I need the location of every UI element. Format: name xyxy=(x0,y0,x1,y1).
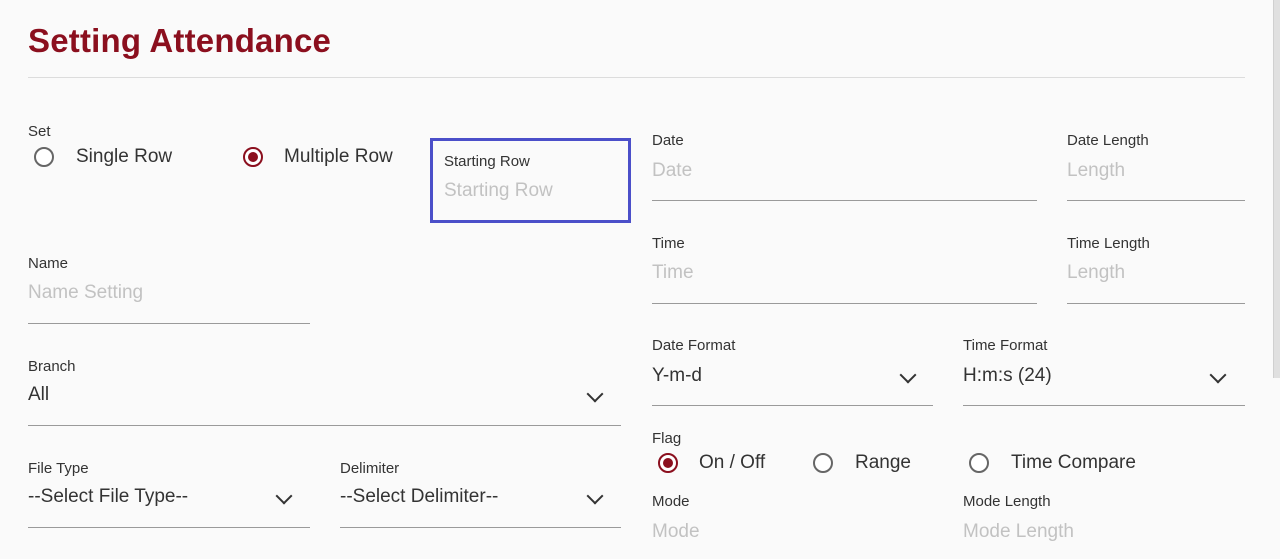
time-format-value: H:m:s (24) xyxy=(963,365,1052,386)
branch-label: Branch xyxy=(28,358,76,375)
time-format-label: Time Format xyxy=(963,337,1048,354)
scrollbar[interactable] xyxy=(1273,0,1280,378)
multiple-row-label[interactable]: Multiple Row xyxy=(284,146,393,168)
time-label: Time xyxy=(652,235,685,252)
time-length-input[interactable] xyxy=(1067,259,1245,287)
mode-input[interactable] xyxy=(652,518,933,546)
time-compare-radio[interactable] xyxy=(969,453,989,473)
name-input[interactable] xyxy=(28,279,310,307)
on-off-radio[interactable] xyxy=(658,453,678,473)
flag-label: Flag xyxy=(652,430,682,447)
mode-length-label: Mode Length xyxy=(963,493,1051,510)
chevron-down-icon xyxy=(1209,366,1227,384)
date-length-input[interactable] xyxy=(1067,157,1245,185)
file-type-underline xyxy=(28,527,310,528)
single-row-radio[interactable] xyxy=(34,147,54,167)
mode-label: Mode xyxy=(652,493,690,510)
single-row-label[interactable]: Single Row xyxy=(76,146,172,168)
range-radio[interactable] xyxy=(813,453,833,473)
date-input[interactable] xyxy=(652,157,1037,185)
date-length-label: Date Length xyxy=(1067,132,1149,149)
file-type-value: --Select File Type-- xyxy=(28,486,189,507)
date-format-value: Y-m-d xyxy=(652,365,702,386)
chevron-down-icon xyxy=(586,385,604,403)
time-input[interactable] xyxy=(652,259,1037,287)
chevron-down-icon xyxy=(899,366,917,384)
time-length-underline xyxy=(1067,303,1245,304)
date-underline xyxy=(652,200,1037,201)
branch-underline xyxy=(28,425,621,426)
chevron-down-icon xyxy=(586,487,604,505)
mode-length-input[interactable] xyxy=(963,518,1245,546)
time-compare-label[interactable]: Time Compare xyxy=(1011,452,1136,474)
set-label: Set xyxy=(28,123,51,140)
date-label: Date xyxy=(652,132,684,149)
time-underline xyxy=(652,303,1037,304)
time-length-label: Time Length xyxy=(1067,235,1150,252)
chevron-down-icon xyxy=(275,487,293,505)
starting-row-input[interactable] xyxy=(444,177,619,205)
branch-value: All xyxy=(28,384,50,405)
range-label[interactable]: Range xyxy=(855,452,911,474)
delimiter-underline xyxy=(340,527,621,528)
starting-row-label: Starting Row xyxy=(444,153,530,170)
title-divider xyxy=(28,77,1245,78)
page-title: Setting Attendance xyxy=(28,22,332,59)
name-label: Name xyxy=(28,255,69,272)
date-format-label: Date Format xyxy=(652,337,736,354)
name-underline xyxy=(28,323,310,324)
file-type-label: File Type xyxy=(28,460,89,477)
delimiter-label: Delimiter xyxy=(340,460,400,477)
date-format-underline xyxy=(652,405,933,406)
time-format-underline xyxy=(963,405,1245,406)
delimiter-value: --Select Delimiter-- xyxy=(340,486,499,507)
date-length-underline xyxy=(1067,200,1245,201)
multiple-row-radio[interactable] xyxy=(243,147,263,167)
on-off-label[interactable]: On / Off xyxy=(699,452,765,474)
